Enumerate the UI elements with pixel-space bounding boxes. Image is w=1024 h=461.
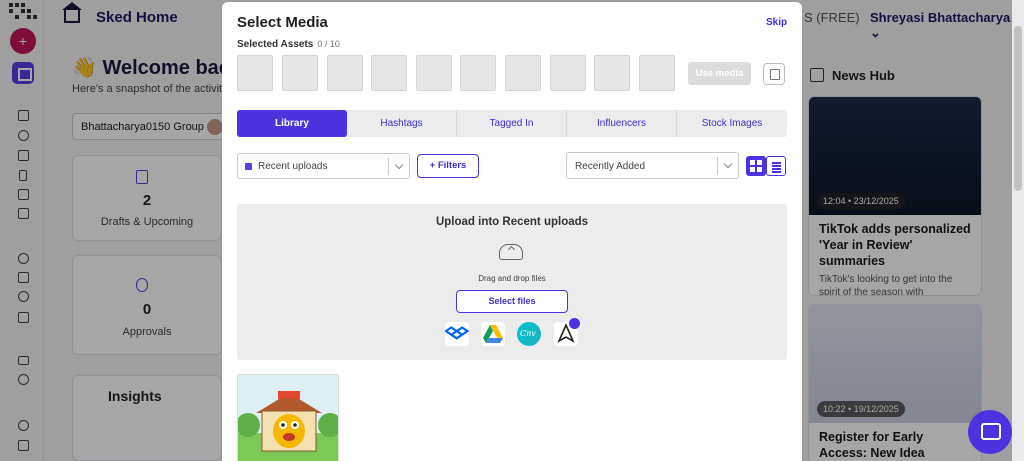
sort-value: Recently Added [575, 161, 646, 172]
canva-icon[interactable]: Cnv [517, 322, 541, 346]
asset-slot[interactable] [460, 55, 496, 91]
sort-select[interactable]: Recently Added [566, 152, 739, 179]
tab-library[interactable]: Library [237, 110, 347, 137]
selected-count: 0 / 10 [317, 39, 340, 49]
copy-icon[interactable] [763, 63, 785, 85]
select-media-modal: Select Media Skip Selected Assets 0 / 10 … [222, 2, 802, 461]
asset-slot[interactable] [505, 55, 541, 91]
filters-button[interactable]: + Filters [417, 154, 479, 178]
skip-button[interactable]: Skip [766, 17, 787, 28]
modal-title: Select Media [237, 14, 328, 31]
asset-slot[interactable] [237, 55, 273, 91]
grid-view-icon[interactable] [746, 156, 766, 176]
folder-color-icon [245, 163, 252, 170]
selected-assets-label: Selected Assets 0 / 10 [237, 39, 340, 50]
asset-slot[interactable] [594, 55, 630, 91]
cloud-upload-icon [499, 244, 523, 260]
chevron-down-icon [394, 160, 404, 170]
use-media-button[interactable]: Use media [688, 62, 751, 85]
drag-drop-text: Drag and drop files [478, 274, 546, 283]
other-source-icon[interactable] [554, 318, 580, 346]
tab-influencers[interactable]: Influencers [567, 110, 677, 137]
tab-hashtags[interactable]: Hashtags [347, 110, 457, 137]
upload-title: Upload into Recent uploads [435, 216, 589, 228]
page-scrollbar[interactable] [1012, 0, 1024, 461]
chat-support-button[interactable] [968, 410, 1012, 454]
media-thumbnail[interactable] [237, 374, 339, 461]
asset-slot[interactable] [550, 55, 586, 91]
tab-tagged-in[interactable]: Tagged In [457, 110, 567, 137]
select-files-button[interactable]: Select files [456, 290, 568, 313]
asset-slot[interactable] [639, 55, 675, 91]
upload-dropzone[interactable]: Upload into Recent uploads Drag and drop… [237, 204, 787, 360]
tab-stock-images[interactable]: Stock Images [677, 110, 787, 137]
asset-slot[interactable] [327, 55, 363, 91]
media-tabs: Library Hashtags Tagged In Influencers S… [237, 110, 787, 137]
asset-slot[interactable] [371, 55, 407, 91]
asset-slot[interactable] [416, 55, 452, 91]
list-view-icon[interactable] [766, 156, 786, 176]
folder-value: Recent uploads [258, 161, 328, 172]
asset-slot[interactable] [282, 55, 318, 91]
google-drive-icon[interactable] [481, 322, 505, 346]
folder-select[interactable]: Recent uploads [237, 153, 410, 179]
dropbox-icon[interactable] [443, 322, 470, 346]
chevron-down-icon [723, 159, 733, 169]
scrollbar-thumb[interactable] [1014, 26, 1022, 191]
